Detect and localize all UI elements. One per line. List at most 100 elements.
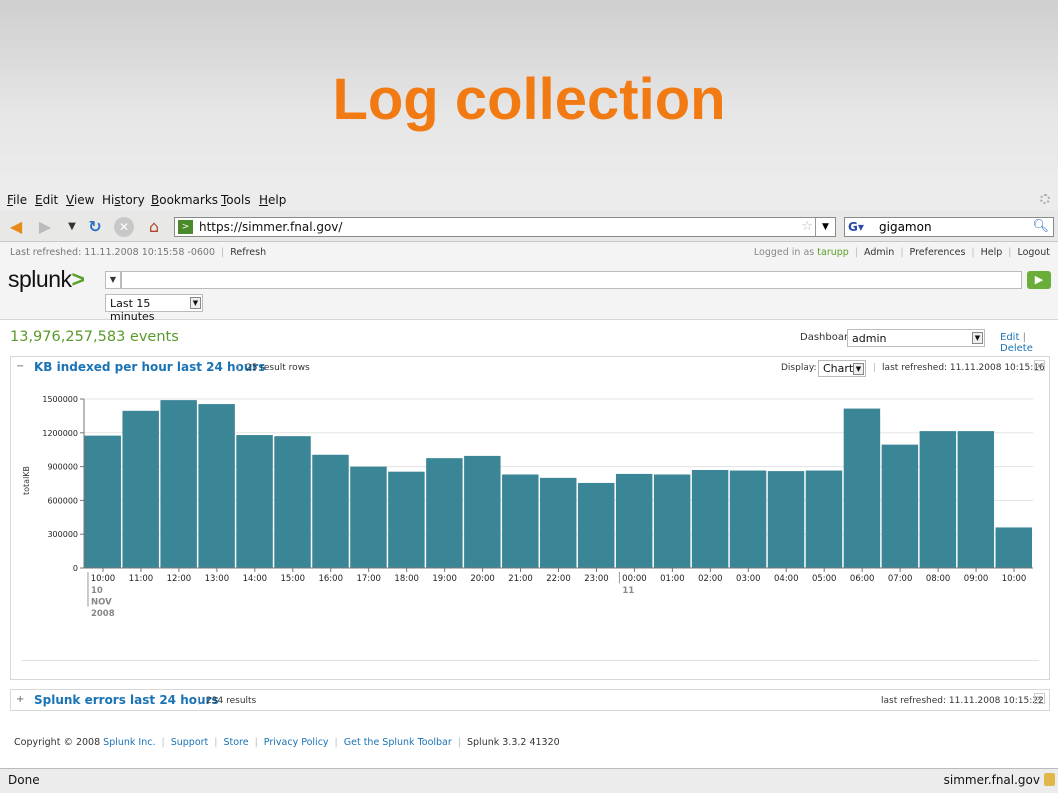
x-tick-label: 07:00	[888, 574, 913, 584]
x-tick-label: 22:00	[546, 574, 571, 584]
menu-edit[interactable]: Edit	[35, 193, 58, 207]
date-label: 11	[622, 586, 634, 596]
slide-title: Log collection	[332, 67, 726, 132]
y-tick-label: 300000	[47, 530, 78, 539]
bar	[540, 477, 577, 568]
search-icon[interactable]: 🔍︎	[1032, 219, 1049, 234]
date-label: 2008	[91, 609, 115, 619]
bar	[995, 527, 1032, 568]
lock-icon[interactable]	[1044, 773, 1055, 786]
bar	[84, 435, 121, 568]
toolbar-link[interactable]: Get the Splunk Toolbar	[344, 737, 452, 748]
expand-toggle[interactable]: +	[16, 695, 26, 705]
splunk-search-input[interactable]	[121, 271, 1022, 289]
version-text: Splunk 3.3.2 41320	[467, 737, 560, 748]
bar	[426, 458, 463, 568]
x-tick-label: 21:00	[508, 574, 533, 584]
panel-result-count: | 234 results	[197, 696, 257, 706]
close-icon[interactable]: ×	[1034, 693, 1045, 704]
date-label: NOV	[91, 598, 112, 608]
divider	[22, 660, 1039, 661]
reload-icon[interactable]: ↻	[85, 217, 105, 237]
search-go-button[interactable]: ▶	[1027, 271, 1051, 289]
x-tick-label: 03:00	[736, 574, 761, 584]
last-refreshed-bar: Last refreshed: 11.11.2008 10:15:58 -060…	[10, 247, 267, 258]
menu-history[interactable]: History	[102, 193, 145, 207]
bar	[350, 466, 387, 568]
bar	[502, 474, 539, 568]
status-text: Done	[8, 773, 40, 787]
search-history-dropdown-icon[interactable]: ▼	[105, 271, 121, 289]
browser-search-box[interactable]: G▾ gigamon 🔍︎	[844, 217, 1054, 237]
x-tick-label: 06:00	[850, 574, 875, 584]
bar	[312, 454, 349, 568]
y-tick-label: 600000	[47, 496, 78, 505]
menu-tools[interactable]: Tools	[221, 193, 251, 207]
browser-search-input[interactable]: gigamon	[879, 220, 932, 234]
panel-title[interactable]: Splunk errors last 24 hours	[34, 693, 219, 707]
events-count: 13,976,257,583 events	[10, 329, 179, 345]
menu-file[interactable]: File	[7, 193, 27, 207]
search-engine-icon[interactable]: G▾	[848, 220, 874, 234]
bar	[464, 455, 501, 568]
slide-header: Log collection	[0, 0, 1058, 189]
edit-link[interactable]: Edit	[1000, 332, 1019, 343]
url-dropdown-icon[interactable]: ▼	[815, 218, 835, 236]
x-tick-label: 00:00	[622, 574, 647, 584]
splunk-errors-panel: + Splunk errors last 24 hours | 234 resul…	[10, 689, 1050, 711]
time-range-select[interactable]: Last 15 minutes ▼	[105, 294, 203, 323]
bar	[653, 474, 691, 568]
bar	[122, 410, 159, 568]
browser-status-bar: Done simmer.fnal.gov	[0, 768, 1058, 793]
url-bar[interactable]: > https://simmer.fnal.gov/ ☆ ▼	[174, 217, 836, 237]
bar	[160, 400, 197, 568]
splunk-logo[interactable]: splunk>	[8, 266, 85, 293]
preferences-link[interactable]: Preferences	[910, 247, 966, 258]
back-arrow-icon[interactable]: ◀	[6, 217, 26, 237]
user-link[interactable]: tarupp	[817, 247, 849, 258]
admin-link[interactable]: Admin	[864, 247, 894, 258]
menu-view[interactable]: View	[66, 193, 94, 207]
delete-link[interactable]: Delete	[1000, 343, 1033, 354]
x-tick-label: 08:00	[926, 574, 951, 584]
bar	[805, 470, 843, 568]
x-tick-label: 17:00	[356, 574, 381, 584]
support-link[interactable]: Support	[171, 737, 209, 748]
date-label: 10	[91, 586, 103, 596]
refresh-link[interactable]: Refresh	[230, 247, 266, 258]
forward-arrow-icon[interactable]: ▶	[35, 217, 55, 237]
x-tick-label: 10:00	[1002, 574, 1027, 584]
menu-bookmarks[interactable]: Bookmarks	[151, 193, 218, 207]
kb-indexed-chart: 0 300000 600000 900000 1200000 1500000 10:00 11…	[42, 395, 1033, 619]
x-tick-label: 02:00	[698, 574, 723, 584]
menu-help[interactable]: Help	[259, 193, 286, 207]
panel-last-refreshed: last refreshed: 11.11.2008 10:15:22	[881, 696, 1044, 706]
logout-link[interactable]: Logout	[1017, 247, 1050, 258]
history-dropdown-icon[interactable]: ▼	[62, 217, 82, 237]
bookmark-star-icon[interactable]: ☆	[801, 219, 813, 234]
x-tick-label: 12:00	[167, 574, 192, 584]
company-link[interactable]: Splunk Inc.	[103, 737, 155, 748]
x-tick-label: 11:00	[129, 574, 154, 584]
help-link[interactable]: Help	[981, 247, 1003, 258]
logged-in-label: Logged in as	[753, 247, 815, 258]
stop-icon[interactable]: ✕	[114, 217, 134, 237]
bar	[729, 470, 767, 568]
bar	[843, 408, 881, 568]
url-text[interactable]: https://simmer.fnal.gov/	[199, 220, 342, 234]
last-refreshed-text: Last refreshed: 11.11.2008 10:15:58 -060…	[10, 247, 216, 258]
top-links: Logged in as tarupp | Admin | Preferences | He…	[753, 247, 1050, 258]
privacy-link[interactable]: Privacy Policy	[264, 737, 329, 748]
footer: Copyright © 2008 Splunk Inc. | Support | Sto…	[14, 737, 560, 748]
x-tick-label: 16:00	[318, 574, 343, 584]
store-link[interactable]: Store	[223, 737, 248, 748]
home-icon[interactable]: ⌂	[144, 217, 164, 237]
bar	[881, 444, 919, 568]
y-tick-label: 1500000	[42, 395, 78, 404]
chevron-down-icon: ▼	[972, 332, 983, 344]
throbber-icon	[1040, 194, 1050, 204]
dashboard-select[interactable]: admin ▼	[847, 329, 985, 347]
browser-menubar: File Edit View History Bookmarks Tools H…	[0, 189, 1058, 211]
bar	[274, 436, 311, 568]
bar	[236, 435, 273, 568]
